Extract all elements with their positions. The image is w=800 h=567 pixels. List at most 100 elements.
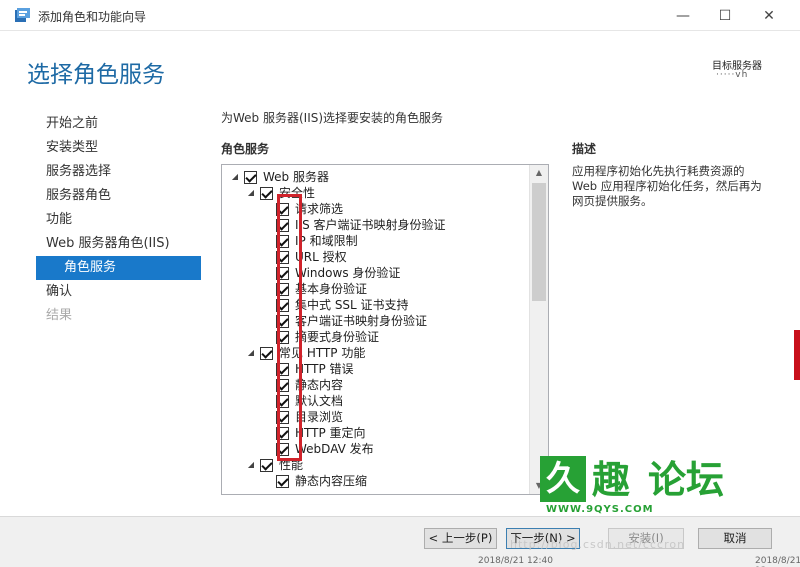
tree-item-label: HTTP 重定向 — [295, 426, 366, 440]
tree-content: ◢ Web 服务器 ◢ 安全性请求筛选 IIS 客户端证书映射身份验证 IP 和域限制 UR… — [222, 169, 532, 489]
title-bar: 添加角色和功能向导 — ☐ ✕ — [0, 0, 800, 31]
watermark-site: WWW.9QYS.COM — [546, 504, 654, 515]
scroll-up-icon[interactable]: ▲ — [530, 165, 548, 181]
checkbox[interactable] — [276, 219, 289, 232]
background-window-edge — [794, 330, 800, 380]
window-title: 添加角色和功能向导 — [38, 10, 147, 24]
tree-item[interactable]: IP 和域限制 — [222, 233, 532, 249]
previous-button[interactable]: < 上一步(P) — [424, 528, 497, 549]
checkbox[interactable] — [276, 475, 289, 488]
nav-item[interactable]: 角色服务 — [36, 256, 201, 280]
tree-item-label: 基本身份验证 — [295, 282, 368, 296]
watermark-logo-box: 久 — [540, 456, 586, 502]
tree-item-label: 静态内容压缩 — [295, 474, 368, 488]
tree-item[interactable]: ◢ 安全性 — [222, 185, 532, 201]
checkbox[interactable] — [244, 171, 257, 184]
tree-item-label: 性能 — [279, 458, 304, 472]
tree-item[interactable]: IIS 客户端证书映射身份验证 — [222, 217, 532, 233]
watermark-logo: 久 趣 论坛 WWW.9QYS.COM — [540, 456, 770, 516]
tree-item[interactable]: Windows 身份验证 — [222, 265, 532, 281]
maximize-button[interactable]: ☐ — [702, 0, 748, 31]
role-services-header: 角色服务 — [221, 142, 270, 156]
tree-item-label: IP 和域限制 — [295, 234, 358, 248]
checkbox[interactable] — [276, 235, 289, 248]
tree-item-label: 请求筛选 — [295, 202, 344, 216]
tree-item-label: Web 服务器 — [263, 170, 329, 184]
tree-item[interactable]: 目录浏览 — [222, 409, 532, 425]
checkbox[interactable] — [276, 283, 289, 296]
nav-item: 结果 — [46, 308, 73, 323]
description-text: 应用程序初始化先执行耗费资源的 Web 应用程序初始化任务，然后再为网页提供服务… — [572, 164, 762, 208]
close-button[interactable]: ✕ — [746, 0, 792, 31]
tree-item[interactable]: ◢ 常见 HTTP 功能 — [222, 345, 532, 361]
tree-item[interactable]: 客户端证书映射身份验证 — [222, 313, 532, 329]
scroll-thumb[interactable] — [532, 183, 546, 301]
tree-item[interactable]: ◢ 性能 — [222, 457, 532, 473]
tree-item[interactable]: 摘要式身份验证 — [222, 329, 532, 345]
nav-item[interactable]: Web 服务器角色(IIS) — [36, 232, 201, 256]
tree-item[interactable]: 基本身份验证 — [222, 281, 532, 297]
tree-item-label: 目录浏览 — [295, 410, 344, 424]
tree-item[interactable]: URL 授权 — [222, 249, 532, 265]
background-timestamp: 2018/8/21 12:40 — [478, 556, 553, 566]
tree-item[interactable]: ◢ Web 服务器 — [222, 169, 532, 185]
watermark-url: http://blog.csdn.net/cccron — [510, 538, 686, 551]
background-timestamp: 2018/8/21 12 — [755, 556, 800, 567]
tree-item-label: URL 授权 — [295, 250, 347, 264]
tree-item-label: 摘要式身份验证 — [295, 330, 380, 344]
checkbox[interactable] — [276, 203, 289, 216]
nav-item[interactable]: 安装类型 — [36, 136, 201, 160]
tree-item-label: IIS 客户端证书映射身份验证 — [295, 218, 446, 232]
checkbox[interactable] — [260, 347, 273, 360]
tree-item[interactable]: 请求筛选 — [222, 201, 532, 217]
checkbox[interactable] — [276, 379, 289, 392]
role-services-tree[interactable]: ◢ Web 服务器 ◢ 安全性请求筛选 IIS 客户端证书映射身份验证 IP 和域限制 UR… — [221, 164, 549, 495]
nav-item[interactable]: 功能 — [36, 208, 201, 232]
nav-item[interactable]: 服务器角色 — [36, 184, 201, 208]
expand-arrow-icon[interactable]: ◢ — [246, 457, 256, 473]
wizard-navigation: 开始之前 安装类型 服务器选择 服务器角色 功能 Web 服务器角色(IIS) 角色服务 确认… — [36, 112, 201, 328]
watermark-logo-text: 论坛 — [648, 458, 725, 502]
description-header: 描述 — [572, 142, 597, 156]
tree-item-label: Windows 身份验证 — [295, 266, 401, 280]
tree-item[interactable]: 集中式 SSL 证书支持 — [222, 297, 532, 313]
checkbox[interactable] — [276, 299, 289, 312]
checkbox[interactable] — [276, 411, 289, 424]
checkbox[interactable] — [260, 187, 273, 200]
tree-item[interactable]: HTTP 错误 — [222, 361, 532, 377]
tree-item-label: 集中式 SSL 证书支持 — [295, 298, 409, 312]
checkbox[interactable] — [276, 315, 289, 328]
expand-arrow-icon[interactable]: ◢ — [246, 185, 256, 201]
nav-item[interactable]: 开始之前 — [36, 112, 201, 136]
server-manager-icon — [15, 8, 30, 22]
cancel-button[interactable]: 取消 — [698, 528, 772, 549]
tree-item[interactable]: 静态内容压缩 — [222, 473, 532, 489]
tree-item[interactable]: 静态内容 — [222, 377, 532, 393]
tree-item-label: WebDAV 发布 — [295, 442, 374, 456]
tree-item[interactable]: WebDAV 发布 — [222, 441, 532, 457]
nav-item[interactable]: 确认 — [36, 280, 201, 304]
checkbox[interactable] — [276, 443, 289, 456]
checkbox[interactable] — [276, 363, 289, 376]
checkbox[interactable] — [276, 427, 289, 440]
checkbox[interactable] — [276, 267, 289, 280]
checkbox[interactable] — [276, 331, 289, 344]
watermark-logo-text: 趣 — [592, 458, 631, 502]
expand-arrow-icon[interactable]: ◢ — [230, 169, 240, 185]
tree-item-label: 客户端证书映射身份验证 — [295, 314, 428, 328]
tree-item[interactable]: 默认文档 — [222, 393, 532, 409]
tree-item-label: 常见 HTTP 功能 — [279, 346, 366, 360]
nav-item[interactable]: 服务器选择 — [36, 160, 201, 184]
tree-item[interactable]: HTTP 重定向 — [222, 425, 532, 441]
tree-item-label: 静态内容 — [295, 378, 344, 392]
tree-scrollbar[interactable]: ▲ ▼ — [529, 165, 548, 494]
tree-item-label: 默认文档 — [295, 394, 344, 408]
instruction-text: 为Web 服务器(IIS)选择要安装的角色服务 — [221, 111, 444, 125]
checkbox[interactable] — [276, 251, 289, 264]
minimize-button[interactable]: — — [660, 0, 706, 31]
tree-item-label: 安全性 — [279, 186, 316, 200]
checkbox[interactable] — [260, 459, 273, 472]
checkbox[interactable] — [276, 395, 289, 408]
expand-arrow-icon[interactable]: ◢ — [246, 345, 256, 361]
page-title: 选择角色服务 — [27, 62, 165, 88]
